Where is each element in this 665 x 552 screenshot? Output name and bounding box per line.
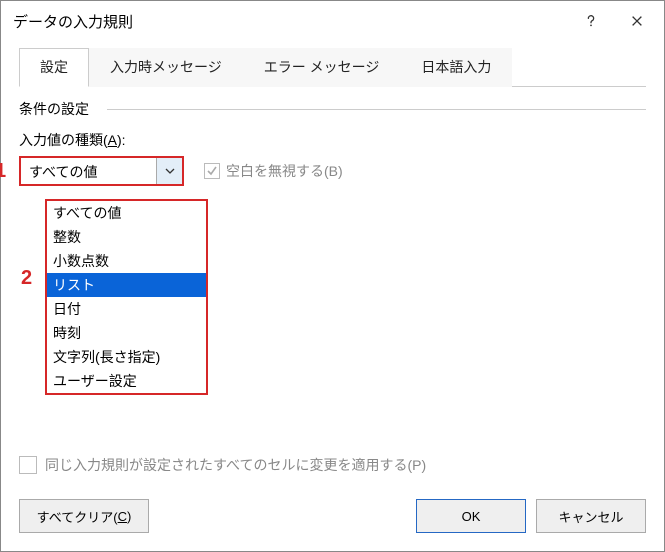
close-icon bbox=[630, 14, 644, 28]
checkbox-box bbox=[204, 163, 220, 179]
allow-field-area: 入力値の種類(A): 1 すべての値 空白を無視する(B) bbox=[19, 110, 646, 186]
ignore-blank-checkbox[interactable]: 空白を無視する(B) bbox=[204, 161, 343, 181]
annotation-1: 1 bbox=[0, 160, 6, 183]
apply-same-checkbox[interactable]: 同じ入力規則が設定されたすべてのセルに変更を適用する(P) bbox=[19, 455, 426, 475]
allow-option-textlen[interactable]: 文字列(長さ指定) bbox=[47, 345, 206, 369]
allow-combobox[interactable]: すべての値 bbox=[19, 156, 184, 186]
dialog-title: データの入力規則 bbox=[13, 11, 568, 32]
help-icon bbox=[584, 14, 598, 28]
apply-same-label: 同じ入力規則が設定されたすべてのセルに変更を適用する(P) bbox=[45, 455, 426, 475]
chevron-down-icon bbox=[165, 166, 175, 176]
titlebar: データの入力規則 bbox=[1, 1, 664, 41]
allow-label: 入力値の種類(A): bbox=[19, 130, 646, 150]
allow-option-custom[interactable]: ユーザー設定 bbox=[47, 369, 206, 393]
tab-settings[interactable]: 設定 bbox=[19, 48, 89, 87]
allow-dropdown-button[interactable] bbox=[156, 158, 182, 184]
help-button[interactable] bbox=[568, 1, 614, 41]
tab-ime[interactable]: 日本語入力 bbox=[400, 48, 512, 87]
ok-button[interactable]: OK bbox=[416, 499, 526, 533]
dialog-buttons: すべてクリア(C) OK キャンセル bbox=[19, 499, 646, 533]
allow-option-all[interactable]: すべての値 bbox=[47, 201, 206, 225]
tab-error-message[interactable]: エラー メッセージ bbox=[243, 48, 401, 87]
tab-bar: 設定 入力時メッセージ エラー メッセージ 日本語入力 bbox=[19, 47, 646, 87]
allow-dropdown-list: すべての値 整数 小数点数 リスト 日付 時刻 文字列(長さ指定) ユーザー設定 bbox=[45, 199, 208, 395]
allow-option-list[interactable]: リスト bbox=[47, 273, 206, 297]
check-icon bbox=[206, 165, 218, 177]
criteria-group-label: 条件の設定 bbox=[19, 99, 97, 119]
ignore-blank-label: 空白を無視する(B) bbox=[226, 161, 343, 181]
data-validation-dialog: データの入力規則 設定 入力時メッセージ エラー メッセージ 日本語入力 条件の… bbox=[0, 0, 665, 552]
clear-all-button[interactable]: すべてクリア(C) bbox=[19, 499, 149, 533]
annotation-2: 2 bbox=[21, 267, 32, 290]
cancel-button[interactable]: キャンセル bbox=[536, 499, 646, 533]
allow-option-date[interactable]: 日付 bbox=[47, 297, 206, 321]
allow-option-whole[interactable]: 整数 bbox=[47, 225, 206, 249]
allow-option-time[interactable]: 時刻 bbox=[47, 321, 206, 345]
checkbox-box bbox=[19, 456, 37, 474]
criteria-group: 条件の設定 入力値の種類(A): 1 すべての値 bbox=[19, 109, 646, 186]
close-button[interactable] bbox=[614, 1, 660, 41]
dialog-body: 設定 入力時メッセージ エラー メッセージ 日本語入力 条件の設定 入力値の種類… bbox=[1, 47, 664, 204]
tab-input-message[interactable]: 入力時メッセージ bbox=[89, 48, 243, 87]
allow-selected-value: すべての値 bbox=[21, 158, 156, 184]
allow-option-decimal[interactable]: 小数点数 bbox=[47, 249, 206, 273]
